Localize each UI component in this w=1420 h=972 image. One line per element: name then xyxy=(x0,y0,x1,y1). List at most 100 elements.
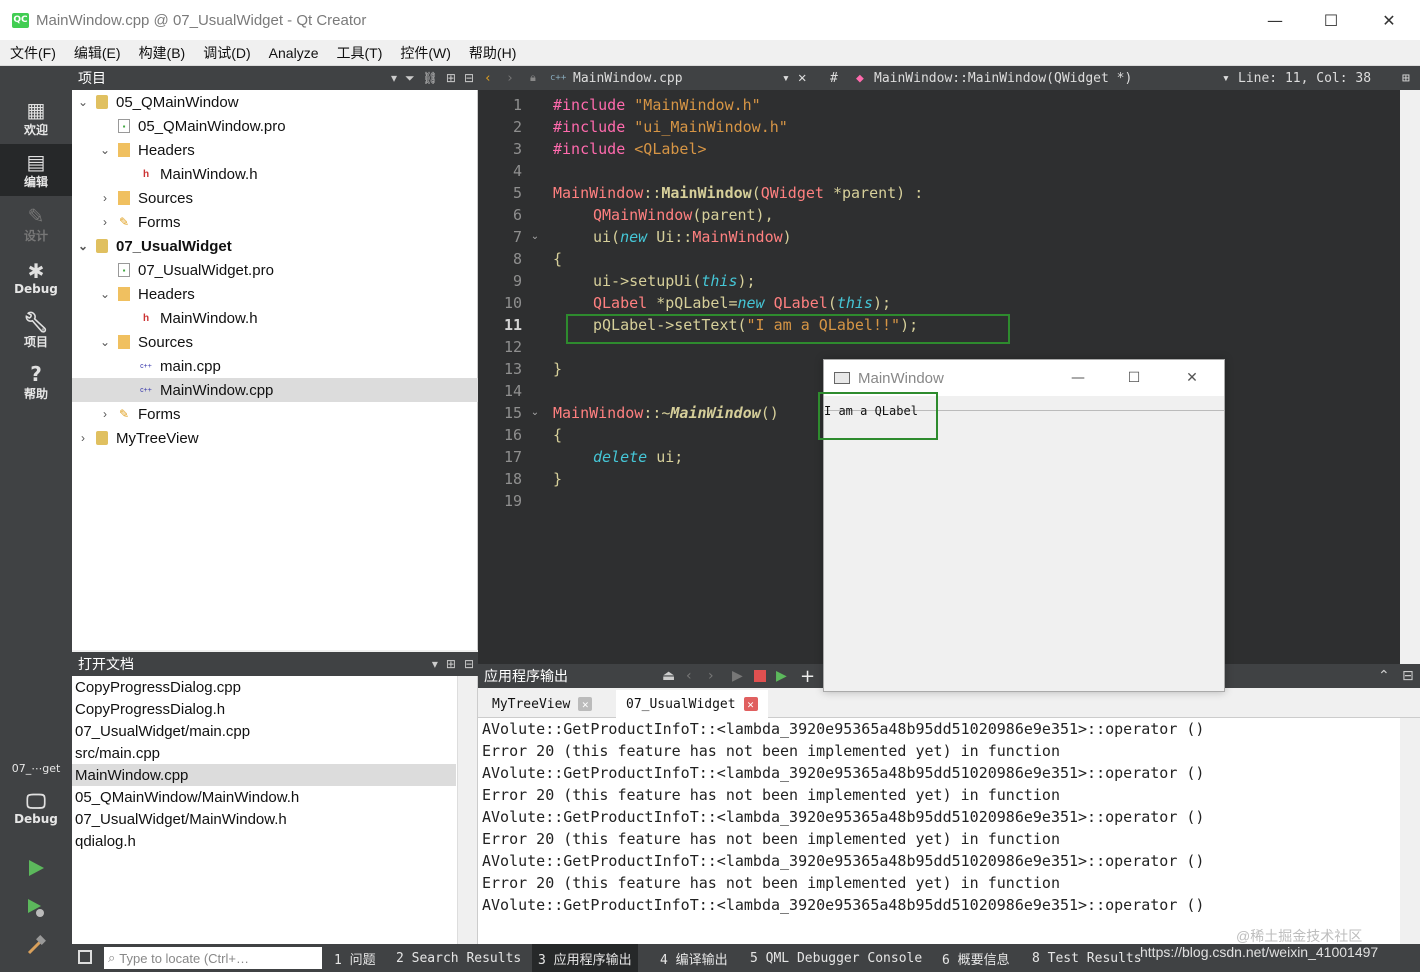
fold-marker-icon[interactable]: ⌄ xyxy=(528,402,542,424)
tab-compile-output[interactable]: 4 编译输出 xyxy=(654,944,734,972)
split-editor-icon[interactable]: ⊞ xyxy=(1402,66,1410,90)
close-tab-icon[interactable]: ✕ xyxy=(578,697,593,711)
debug-run-icon[interactable]: ▶ xyxy=(776,668,787,684)
tree-item[interactable]: › MyTreeView xyxy=(72,426,478,450)
split-icon[interactable]: ⊞ xyxy=(446,71,456,85)
tab-mytreeview[interactable]: MyTreeView ✕ xyxy=(482,690,602,718)
menu-build[interactable]: 构建(B) xyxy=(129,43,194,63)
editor-scrollbar[interactable] xyxy=(1400,90,1420,664)
close-pane-icon[interactable]: ⊟ xyxy=(464,657,474,671)
link-icon[interactable]: ⛓ xyxy=(423,71,438,85)
next-icon[interactable]: › xyxy=(708,668,714,684)
current-file-selector[interactable]: MainWindow.cpp xyxy=(573,66,683,90)
menu-controls[interactable]: 控件(W) xyxy=(390,43,459,63)
minimize-button[interactable]: — xyxy=(1246,0,1304,40)
menu-analyze[interactable]: Analyze xyxy=(259,45,327,61)
app-close-button[interactable]: ✕ xyxy=(1164,360,1220,396)
chevron-down-icon[interactable]: ⌄ xyxy=(76,239,90,253)
list-item[interactable]: 07_UsualWidget/main.cpp xyxy=(72,720,456,742)
close-button[interactable]: ✕ xyxy=(1360,0,1418,40)
mode-welcome[interactable]: ▦ 欢迎 xyxy=(0,92,72,144)
mode-design[interactable]: ✎ 设计 xyxy=(0,198,72,250)
rerun-icon[interactable]: ▶ xyxy=(732,668,743,684)
tree-item[interactable]: ⌄ Sources xyxy=(72,330,478,354)
list-item[interactable]: src/main.cpp xyxy=(72,742,456,764)
add-icon[interactable]: + xyxy=(800,666,815,687)
mode-debug[interactable]: ✱ Debug xyxy=(0,252,72,304)
output-scrollbar[interactable] xyxy=(1400,718,1420,944)
chevron-down-icon[interactable]: ⌄ xyxy=(98,335,112,349)
chevron-down-icon[interactable]: ⌄ xyxy=(76,95,90,109)
list-item[interactable]: CopyProgressDialog.h xyxy=(72,698,456,720)
stop-icon[interactable] xyxy=(754,670,766,682)
application-output-text[interactable]: AVolute::GetProductInfoT::<lambda_3920e9… xyxy=(478,718,1400,944)
tree-item[interactable]: ⌄ 07_UsualWidget xyxy=(72,234,478,258)
menu-debug[interactable]: 调试(D) xyxy=(193,43,258,63)
mode-projects[interactable]: 🔧︎ 项目 xyxy=(0,304,72,356)
locator-input[interactable]: ⌕ Type to locate (Ctrl+… xyxy=(104,947,322,969)
close-pane-icon[interactable]: ⊟ xyxy=(1402,668,1414,684)
chevron-right-icon[interactable]: › xyxy=(98,215,112,229)
view-dropdown-icon[interactable]: ▾ xyxy=(432,657,438,671)
maximize-button[interactable]: ☐ xyxy=(1302,0,1360,40)
build-button[interactable] xyxy=(22,932,50,960)
tree-item[interactable]: ⌄ 05_QMainWindow xyxy=(72,90,478,114)
list-item[interactable]: CopyProgressDialog.cpp xyxy=(72,676,456,698)
tab-07-usualwidget[interactable]: 07_UsualWidget ✕ xyxy=(616,690,768,718)
tab-application-output[interactable]: 3 应用程序输出 xyxy=(532,944,638,972)
tab-search-results[interactable]: 2 Search Results xyxy=(390,944,527,972)
mode-edit[interactable]: ▤ 编辑 xyxy=(0,144,72,196)
fold-marker-icon[interactable]: ⌄ xyxy=(528,226,542,248)
close-pane-icon[interactable]: ⊟ xyxy=(464,71,474,85)
file-dropdown-icon[interactable]: ▾ xyxy=(782,66,790,90)
debug-run-button[interactable] xyxy=(22,894,50,922)
tree-item[interactable]: ▪ 05_QMainWindow.pro xyxy=(72,114,478,138)
menu-file[interactable]: 文件(F) xyxy=(0,43,64,63)
tab-general-messages[interactable]: 6 概要信息 xyxy=(936,944,1016,972)
maximize-pane-icon[interactable]: ⌃ xyxy=(1378,668,1390,684)
tab-issues[interactable]: 1 问题 xyxy=(328,944,382,972)
chevron-right-icon[interactable]: › xyxy=(98,191,112,205)
tree-item[interactable]: h MainWindow.h xyxy=(72,306,478,330)
filter-icon[interactable]: ⏷ xyxy=(405,71,415,86)
list-item-selected[interactable]: MainWindow.cpp xyxy=(72,764,456,786)
list-item[interactable]: qdialog.h xyxy=(72,830,456,852)
view-dropdown-icon[interactable]: ▾ xyxy=(391,71,397,85)
tree-item[interactable]: ⌄ Headers xyxy=(72,282,478,306)
toggle-sidebar-icon[interactable] xyxy=(78,950,92,964)
close-tab-icon[interactable]: ✕ xyxy=(743,697,758,711)
kit-selector[interactable]: 🖵︎ Debug xyxy=(0,778,72,838)
menu-help[interactable]: 帮助(H) xyxy=(459,43,524,63)
app-maximize-button[interactable]: ☐ xyxy=(1106,360,1162,396)
chevron-down-icon[interactable]: ⌄ xyxy=(98,287,112,301)
symbol-selector[interactable]: MainWindow::MainWindow(QWidget *) xyxy=(874,66,1132,90)
cursor-position[interactable]: Line: 11, Col: 38 xyxy=(1238,66,1371,90)
list-item[interactable]: 07_UsualWidget/MainWindow.h xyxy=(72,808,456,830)
list-item[interactable]: 05_QMainWindow/MainWindow.h xyxy=(72,786,456,808)
run-button[interactable] xyxy=(22,854,50,882)
tree-item[interactable]: ▪ 07_UsualWidget.pro xyxy=(72,258,478,282)
menu-tools[interactable]: 工具(T) xyxy=(326,43,390,63)
symbol-dropdown-icon[interactable]: ▾ xyxy=(1222,66,1230,90)
tree-item[interactable]: › Sources xyxy=(72,186,478,210)
tab-test-results[interactable]: 8 Test Results xyxy=(1026,944,1148,972)
previous-icon[interactable]: ‹ xyxy=(686,668,692,684)
menu-edit[interactable]: 编辑(E) xyxy=(64,43,129,63)
tree-item[interactable]: h MainWindow.h xyxy=(72,162,478,186)
app-minimize-button[interactable]: — xyxy=(1050,360,1106,396)
tree-item[interactable]: › ✎ Forms xyxy=(72,402,478,426)
tree-item-selected[interactable]: c++ MainWindow.cpp xyxy=(72,378,478,402)
chevron-right-icon[interactable]: › xyxy=(98,407,112,421)
tree-item[interactable]: ⌄ Headers xyxy=(72,138,478,162)
tree-item[interactable]: c++ main.cpp xyxy=(72,354,478,378)
open-documents-scrollbar[interactable] xyxy=(457,676,477,944)
back-arrow-icon[interactable]: ‹ xyxy=(484,66,492,90)
tree-item[interactable]: › ✎ Forms xyxy=(72,210,478,234)
close-file-icon[interactable]: ✕ xyxy=(798,66,806,90)
chevron-down-icon[interactable]: ⌄ xyxy=(98,143,112,157)
attach-icon[interactable]: ⏏ xyxy=(662,668,675,684)
mode-help[interactable]: ? 帮助 xyxy=(0,356,72,408)
split-icon[interactable]: ⊞ xyxy=(446,657,456,671)
forward-arrow-icon[interactable]: › xyxy=(506,66,514,90)
tab-qml-debugger-console[interactable]: 5 QML Debugger Console xyxy=(744,944,928,972)
